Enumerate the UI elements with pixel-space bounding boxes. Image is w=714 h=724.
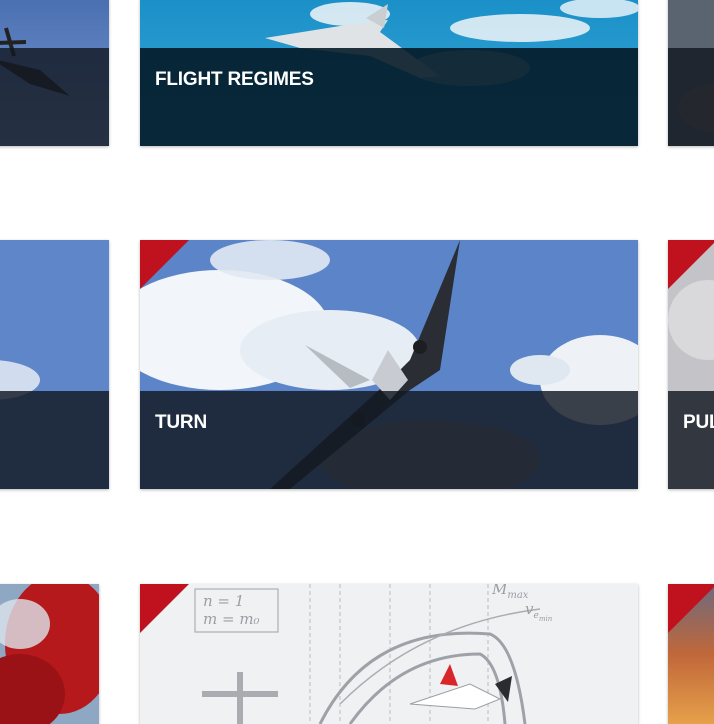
title-overlay: PUL (668, 391, 714, 489)
card-flight-regimes[interactable]: FLIGHT REGIMES (140, 0, 638, 146)
flight-envelope-diagram: n = 1 m = m₀ Mmax vemin (140, 584, 638, 724)
corner-ribbon (668, 584, 714, 633)
card-left-top[interactable] (0, 0, 109, 146)
card-right-bottom[interactable] (668, 584, 714, 724)
red-smoke-image (0, 584, 99, 724)
card-title: FLIGHT REGIMES (155, 69, 314, 90)
card-turn[interactable]: TURN (140, 240, 638, 489)
diagram-m-label: m = m₀ (203, 610, 260, 628)
diagram-ve-label: vemin (525, 600, 553, 623)
corner-ribbon (668, 240, 714, 289)
title-overlay (0, 48, 109, 146)
card-left-middle[interactable] (0, 240, 109, 489)
title-overlay: FLIGHT REGIMES (140, 48, 638, 146)
card-title: TURN (155, 412, 207, 433)
card-right-top[interactable] (668, 0, 714, 146)
diagram-mmax-label: Mmax (492, 584, 529, 601)
card-pul[interactable]: PUL (668, 240, 714, 489)
title-overlay (668, 48, 714, 146)
title-overlay: TURN (140, 391, 638, 489)
title-overlay (0, 391, 109, 489)
corner-ribbon (140, 584, 189, 633)
card-flight-envelope[interactable]: n = 1 m = m₀ Mmax vemin (140, 584, 638, 724)
diagram-n-label: n = 1 (203, 592, 245, 610)
card-left-bottom[interactable] (0, 584, 99, 724)
card-title: PUL (683, 412, 714, 433)
corner-ribbon (140, 240, 189, 289)
